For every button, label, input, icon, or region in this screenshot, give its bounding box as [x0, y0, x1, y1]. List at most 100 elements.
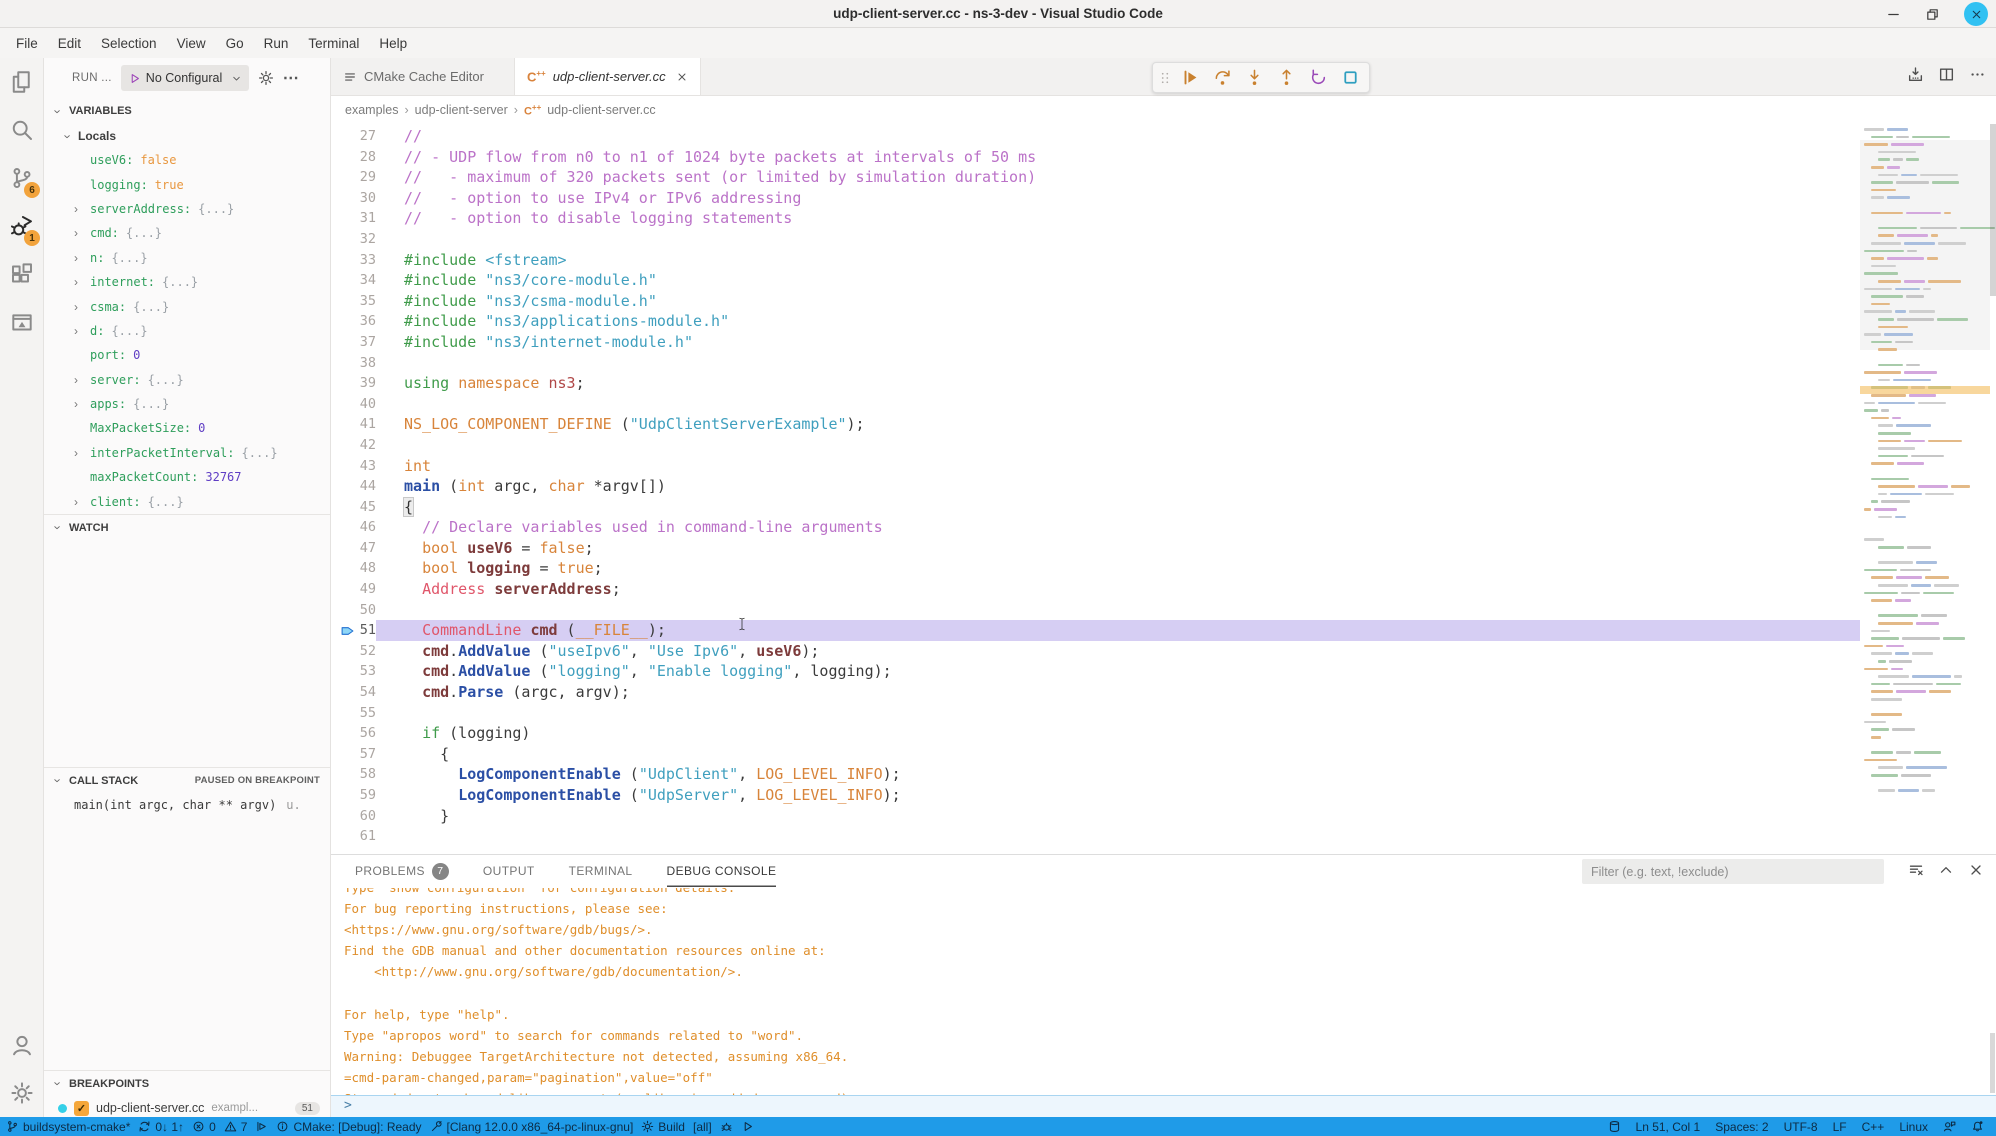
expand-chevron-icon[interactable]: › [74, 300, 90, 314]
status-feedback[interactable] [1943, 1117, 1956, 1136]
continue-button[interactable] [1175, 64, 1205, 91]
panel-tab-terminal[interactable]: TERMINAL [569, 855, 633, 887]
expand-chevron-icon[interactable]: › [74, 324, 90, 338]
line-text[interactable]: #include "ns3/applications-module.h" [376, 311, 1860, 332]
code-line[interactable]: 39using namespace ns3; [331, 373, 1860, 394]
line-text[interactable]: cmd.AddValue ("useIpv6", "Use Ipv6", use… [376, 641, 1860, 662]
expand-chevron-icon[interactable]: › [74, 251, 90, 265]
code-line[interactable]: 28// - UDP flow from n0 to n1 of 1024 by… [331, 147, 1860, 168]
maximize-panel-icon[interactable] [1938, 862, 1954, 878]
line-text[interactable]: LogComponentEnable ("UdpServer", LOG_LEV… [376, 785, 1860, 806]
activity-run-and-debug[interactable]: 1 [0, 202, 43, 250]
variable-row[interactable]: ›server:{...} [44, 368, 330, 392]
line-text[interactable]: // [376, 126, 1860, 147]
variable-row[interactable]: ›csma:{...} [44, 294, 330, 318]
line-number[interactable]: 42 [331, 435, 376, 456]
line-number[interactable]: 57 [331, 744, 376, 765]
line-text[interactable]: // - option to disable logging statement… [376, 208, 1860, 229]
line-text[interactable]: // Declare variables used in command-lin… [376, 517, 1860, 538]
line-text[interactable]: if (logging) [376, 723, 1860, 744]
line-text[interactable]: int [376, 456, 1860, 477]
code-lines[interactable]: 27//28// - UDP flow from n0 to n1 of 102… [331, 124, 1860, 847]
line-text[interactable]: CommandLine cmd (__FILE__); [376, 620, 1860, 641]
code-line[interactable]: 46 // Declare variables used in command-… [331, 517, 1860, 538]
expand-chevron-icon[interactable]: › [74, 373, 90, 387]
panel-scrollbar[interactable] [1990, 1033, 1995, 1093]
code-line[interactable]: 48 bool logging = true; [331, 558, 1860, 579]
breadcrumb-item[interactable]: examples [345, 103, 399, 117]
line-text[interactable]: #include <fstream> [376, 250, 1860, 271]
line-text[interactable]: } [376, 806, 1860, 827]
toolbar-grip-icon[interactable] [1157, 71, 1173, 85]
line-number[interactable]: 44 [331, 476, 376, 497]
line-number[interactable]: 58 [331, 764, 376, 785]
activity-source-control[interactable]: 6 [0, 154, 43, 202]
line-text[interactable] [376, 600, 1860, 621]
code-line[interactable]: 41NS_LOG_COMPONENT_DEFINE ("UdpClientSer… [331, 414, 1860, 435]
tab-cmake-cache-editor[interactable]: CMake Cache Editor [331, 58, 496, 95]
status-cmake-run[interactable] [741, 1117, 754, 1136]
status-cursor-position[interactable]: Ln 51, Col 1 [1636, 1117, 1701, 1136]
variable-row[interactable]: ›cmd:{...} [44, 221, 330, 245]
start-debug-icon[interactable] [128, 72, 141, 85]
line-number[interactable]: 50 [331, 600, 376, 621]
line-text[interactable]: bool useV6 = false; [376, 538, 1860, 559]
menu-run[interactable]: Run [254, 28, 299, 58]
panel-tab-output[interactable]: OUTPUT [483, 855, 535, 887]
activity-explorer[interactable] [0, 58, 43, 106]
code-line[interactable]: 38 [331, 353, 1860, 374]
line-number[interactable]: 34 [331, 270, 376, 291]
line-number[interactable]: 54 [331, 682, 376, 703]
line-text[interactable]: main (int argc, char *argv[]) [376, 476, 1860, 497]
line-text[interactable] [376, 703, 1860, 724]
line-number[interactable]: 37 [331, 332, 376, 353]
status-cmake-debug[interactable] [720, 1117, 733, 1136]
debug-settings-gear-icon[interactable] [258, 70, 274, 86]
line-text[interactable]: { [376, 497, 1860, 518]
line-text[interactable]: NS_LOG_COMPONENT_DEFINE ("UdpClientServe… [376, 414, 1860, 435]
stack-frame[interactable]: main(int argc, char ** argv)u. [44, 793, 330, 817]
close-button[interactable] [1964, 2, 1988, 26]
code-line[interactable]: 43int [331, 456, 1860, 477]
activity-extensions[interactable] [0, 250, 43, 298]
activity-cmake-tools[interactable] [0, 298, 43, 346]
status-db-status[interactable] [1608, 1117, 1621, 1136]
menu-help[interactable]: Help [369, 28, 417, 58]
variable-row[interactable]: ›n:{...} [44, 246, 330, 270]
code-line[interactable]: 58 LogComponentEnable ("UdpClient", LOG_… [331, 764, 1860, 785]
code-line[interactable]: 33#include <fstream> [331, 250, 1860, 271]
line-number[interactable]: 46 [331, 517, 376, 538]
panel-tab-problems[interactable]: PROBLEMS7 [355, 855, 449, 887]
code-line[interactable]: 55 [331, 703, 1860, 724]
call-stack-header[interactable]: › CALL STACK PAUSED ON BREAKPOINT [44, 767, 330, 793]
line-number[interactable]: 48 [331, 558, 376, 579]
variable-row[interactable]: ›serverAddress:{...} [44, 197, 330, 221]
expand-chevron-icon[interactable]: › [74, 446, 90, 460]
breadcrumb-item[interactable]: udp-client-server [415, 103, 508, 117]
expand-chevron-icon[interactable]: › [74, 495, 90, 509]
variable-row[interactable]: ›internet:{...} [44, 270, 330, 294]
line-number[interactable]: 60 [331, 806, 376, 827]
variable-row[interactable]: useV6:false [44, 148, 330, 172]
minimize-icon[interactable] [1886, 7, 1901, 22]
line-number[interactable]: 29 [331, 167, 376, 188]
status-cmake-status[interactable]: CMake: [Debug]: Ready [276, 1117, 421, 1136]
status-os-indicator[interactable]: Linux [1899, 1117, 1928, 1136]
line-text[interactable]: cmd.Parse (argc, argv); [376, 682, 1860, 703]
line-number[interactable]: 39 [331, 373, 376, 394]
line-text[interactable]: using namespace ns3; [376, 373, 1860, 394]
code-line[interactable]: 27// [331, 126, 1860, 147]
line-number[interactable]: 41 [331, 414, 376, 435]
status-language-mode[interactable]: C++ [1862, 1117, 1885, 1136]
code-line[interactable]: 54 cmd.Parse (argc, argv); [331, 682, 1860, 703]
status-eol[interactable]: LF [1833, 1117, 1847, 1136]
status-debug-status[interactable] [255, 1117, 268, 1136]
stop-button[interactable] [1335, 64, 1365, 91]
status-git-branch[interactable]: buildsystem-cmake* [6, 1117, 130, 1136]
code-line[interactable]: 34#include "ns3/core-module.h" [331, 270, 1860, 291]
menu-go[interactable]: Go [216, 28, 254, 58]
breakpoints-header[interactable]: › BREAKPOINTS [44, 1070, 330, 1096]
status-sync-changes[interactable]: 0↓ 1↑ [138, 1117, 184, 1136]
line-text[interactable]: // - maximum of 320 packets sent (or lim… [376, 167, 1860, 188]
variable-row[interactable]: ›d:{...} [44, 319, 330, 343]
